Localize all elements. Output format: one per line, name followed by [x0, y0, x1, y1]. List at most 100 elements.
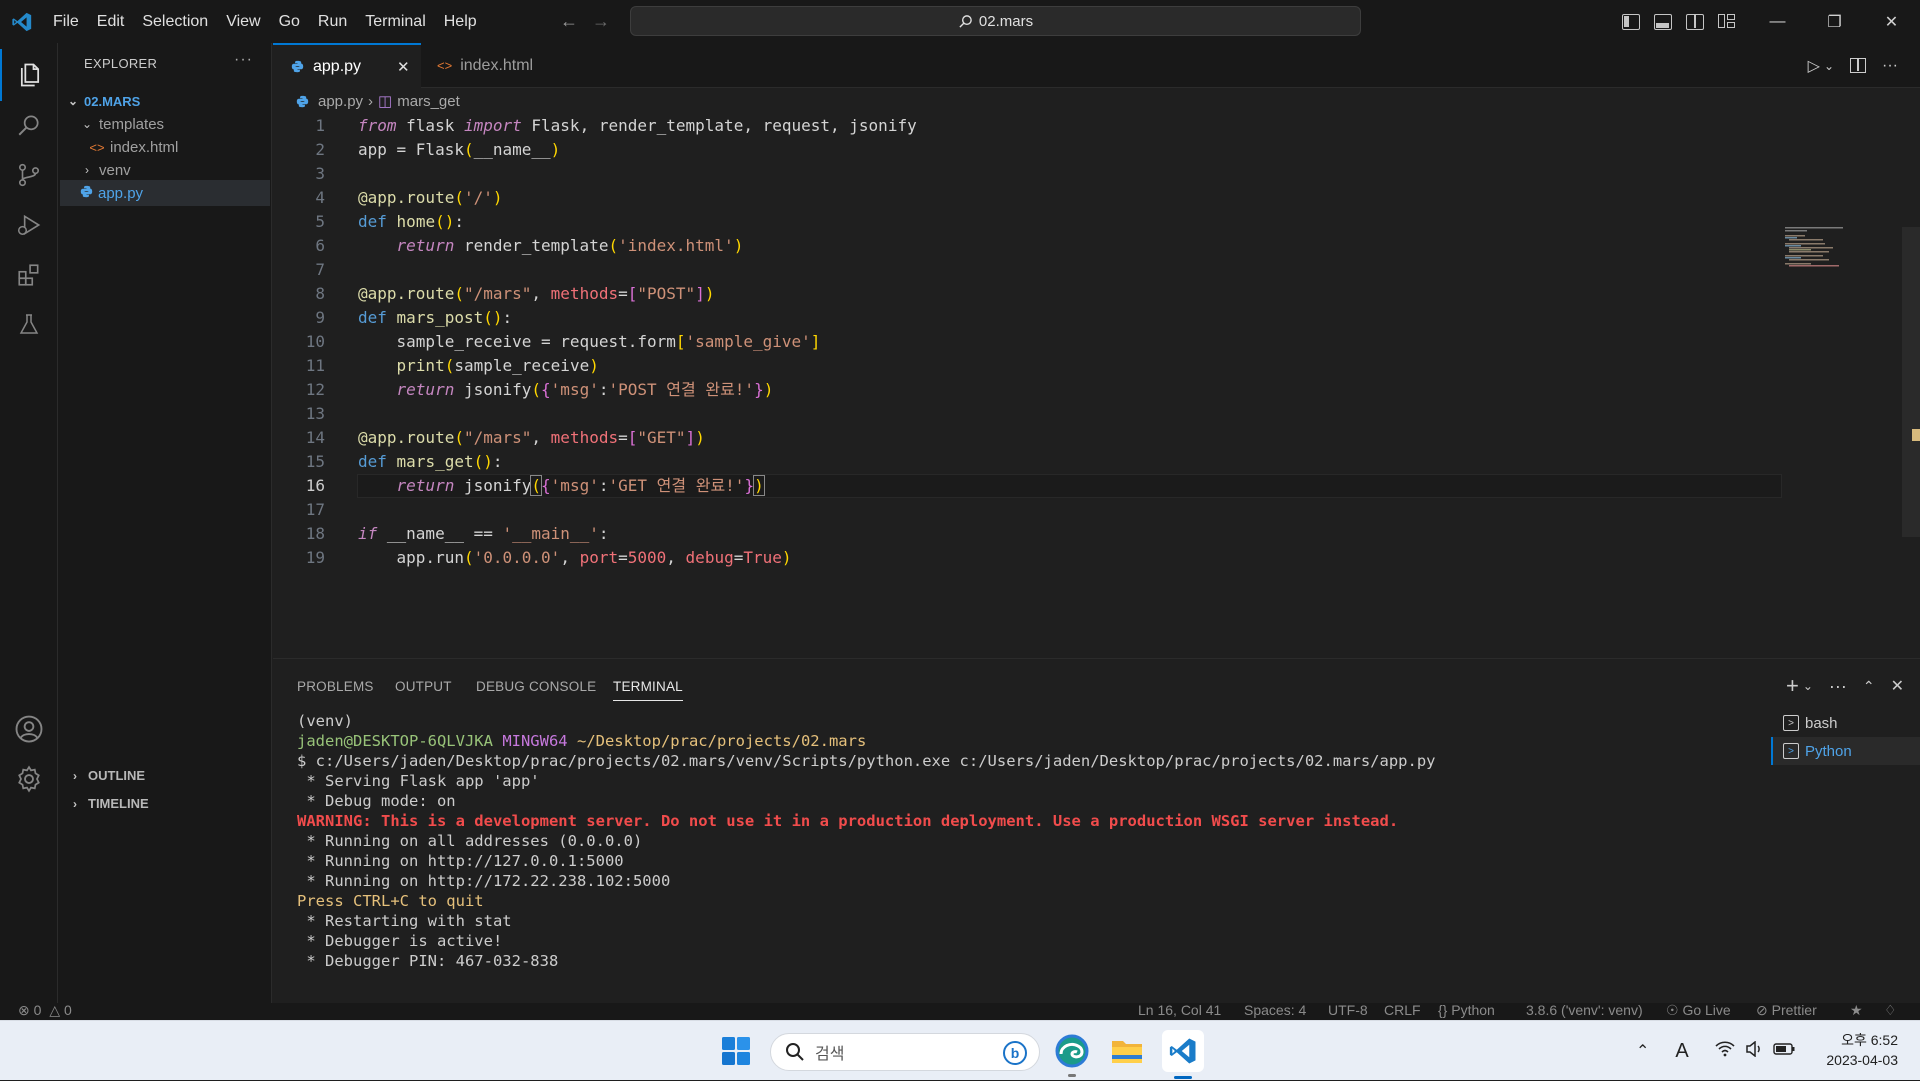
tab-debug-console[interactable]: DEBUG CONSOLE [476, 679, 596, 694]
go-live-label: Go Live [1682, 1002, 1731, 1018]
command-center-label: 02.mars [978, 12, 1034, 30]
editor-scrollbar[interactable] [1902, 227, 1920, 537]
run-python-file-icon[interactable]: ▷ [1808, 56, 1820, 76]
settings-gear-icon[interactable] [0, 753, 58, 805]
more-actions-icon[interactable]: ··· [1829, 676, 1847, 697]
system-clock[interactable]: 오후 6:52 2023-04-03 [1826, 1030, 1898, 1070]
windows-start-icon[interactable] [716, 1031, 756, 1071]
language-label: Python [1451, 1002, 1495, 1018]
split-editor-icon[interactable] [1850, 58, 1867, 73]
encoding[interactable]: UTF-8 [1328, 1002, 1368, 1018]
outline-section[interactable]: › OUTLINE [68, 768, 145, 783]
terminal-line: * Serving Flask app 'app' [297, 772, 540, 790]
terminal-item-label: Python [1805, 742, 1852, 760]
menu-edit[interactable]: Edit [88, 0, 134, 43]
show-hidden-icons-icon[interactable]: ⌃ [1636, 1041, 1649, 1061]
forward-arrow-icon[interactable]: → [592, 11, 610, 32]
extensions-icon[interactable] [0, 249, 58, 301]
testing-icon[interactable] [0, 299, 58, 351]
terminal-item-bash[interactable]: > bash [1771, 709, 1920, 737]
close-panel-icon[interactable]: ✕ [1891, 676, 1904, 696]
code-line: 12 return jsonify({'msg':'POST 연결 완료!'}) [305, 380, 774, 399]
feedback-icon[interactable]: ★ [1850, 1002, 1863, 1019]
toggle-panel-icon[interactable] [1654, 13, 1672, 30]
customize-layout-icon[interactable] [1718, 13, 1736, 30]
tree-item-label: venv [99, 161, 131, 179]
notifications-bell-icon[interactable]: ♢ [1884, 1002, 1897, 1019]
clock-time: 오후 6:52 [1841, 1032, 1898, 1048]
language-mode[interactable]: {} Python [1438, 1002, 1495, 1018]
breadcrumb-file[interactable]: app.py [318, 93, 363, 110]
menu-view[interactable]: View [217, 0, 269, 43]
close-tab-icon[interactable]: ✕ [397, 58, 410, 76]
chevron-down-icon[interactable]: ⌄ [1803, 679, 1813, 693]
warning-icon: △ [49, 1002, 61, 1018]
back-arrow-icon[interactable]: ← [560, 11, 578, 32]
code-line: 7 [315, 260, 325, 279]
code-line: 17 [305, 500, 325, 519]
restore-icon[interactable]: ❐ [1806, 0, 1863, 43]
maximize-panel-icon[interactable]: ⌃ [1863, 678, 1875, 695]
wifi-icon[interactable] [1715, 1040, 1735, 1062]
run-debug-icon[interactable] [0, 199, 58, 251]
explorer-sidebar: EXPLORER ··· ⌄ 02.MARS ⌄ templates <> in… [58, 43, 272, 1003]
code-line: 10 sample_receive = request.form['sample… [305, 332, 821, 351]
problems-status[interactable]: ⊗ 0 △ 0 [18, 1002, 72, 1019]
more-actions-icon[interactable]: ··· [234, 51, 253, 69]
toggle-secondary-sidebar-icon[interactable] [1686, 13, 1704, 30]
menu-selection[interactable]: Selection [133, 0, 217, 43]
toggle-sidebar-icon[interactable] [1622, 13, 1640, 30]
cursor-position[interactable]: Ln 16, Col 41 [1138, 1002, 1221, 1018]
terminal-output[interactable]: (venv) jaden@DESKTOP-6QLVJKA MINGW64 ~/D… [297, 711, 1677, 971]
tree-item-label: templates [99, 115, 165, 133]
menu-go[interactable]: Go [270, 0, 309, 43]
source-control-icon[interactable] [0, 149, 58, 201]
explorer-icon[interactable] [0, 49, 58, 101]
tab-output[interactable]: OUTPUT [395, 679, 452, 694]
input-method-icon[interactable]: A [1675, 1040, 1688, 1063]
vscode-taskbar-icon[interactable] [1162, 1030, 1204, 1079]
prettier-icon: ⊘ [1756, 1002, 1768, 1018]
terminal-line: * Running on http://172.22.238.102:5000 [297, 872, 671, 890]
windows-taskbar: 검색 b ⌃ A 오후 6:52 2023-04-03 [0, 1020, 1920, 1080]
minimap[interactable] [1785, 227, 1850, 269]
code-line: 2 app = Flask(__name__) [315, 140, 561, 159]
end-of-line[interactable]: CRLF [1384, 1002, 1421, 1018]
volume-icon[interactable] [1745, 1039, 1763, 1062]
file-explorer-icon[interactable] [1107, 1031, 1147, 1071]
menu-help[interactable]: Help [435, 0, 486, 43]
activity-bar [0, 43, 58, 1020]
chevron-down-icon[interactable]: ⌄ [1824, 59, 1834, 73]
search-icon[interactable] [0, 99, 58, 151]
account-icon[interactable] [0, 703, 58, 755]
more-actions-icon[interactable]: ··· [1882, 57, 1898, 75]
menu-file[interactable]: File [44, 0, 88, 43]
go-live[interactable]: ☉ Go Live [1666, 1002, 1731, 1019]
command-center-search[interactable]: 02.mars [630, 6, 1361, 36]
prettier[interactable]: ⊘ Prettier [1756, 1002, 1817, 1019]
code-editor[interactable]: 1 from flask import Flask, render_templat… [273, 112, 1920, 657]
tree-item-app-py[interactable]: app.py [60, 180, 270, 206]
minimize-icon[interactable]: — [1749, 0, 1806, 43]
tab-terminal[interactable]: TERMINAL [613, 679, 683, 701]
menu-terminal[interactable]: Terminal [356, 0, 434, 43]
panel-actions: + ⌄ ··· ⌃ ✕ [1786, 673, 1904, 699]
tab-app-py[interactable]: app.py ✕ [273, 43, 421, 88]
close-window-icon[interactable]: ✕ [1863, 0, 1920, 43]
indentation[interactable]: Spaces: 4 [1244, 1002, 1306, 1018]
python-interpreter[interactable]: 3.8.6 ('venv': venv) [1526, 1002, 1643, 1018]
breadcrumb-symbol[interactable]: mars_get [397, 93, 460, 110]
tab-index-html[interactable]: <> index.html [421, 43, 561, 88]
battery-icon[interactable] [1773, 1042, 1795, 1060]
new-terminal-icon[interactable]: + [1786, 673, 1799, 699]
menu-run[interactable]: Run [309, 0, 356, 43]
timeline-section[interactable]: › TIMELINE [68, 796, 149, 811]
terminal-item-python[interactable]: > Python [1771, 737, 1920, 765]
html-file-icon: <> [89, 139, 105, 155]
edge-browser-icon[interactable] [1052, 1031, 1092, 1077]
taskbar-search[interactable]: 검색 b [770, 1033, 1040, 1071]
tab-problems[interactable]: PROBLEMS [297, 679, 374, 694]
warning-count: 0 [63, 1002, 72, 1018]
chevron-right-icon: › [73, 796, 77, 811]
code-line: 19 app.run('0.0.0.0', port=5000, debug=T… [305, 548, 792, 567]
